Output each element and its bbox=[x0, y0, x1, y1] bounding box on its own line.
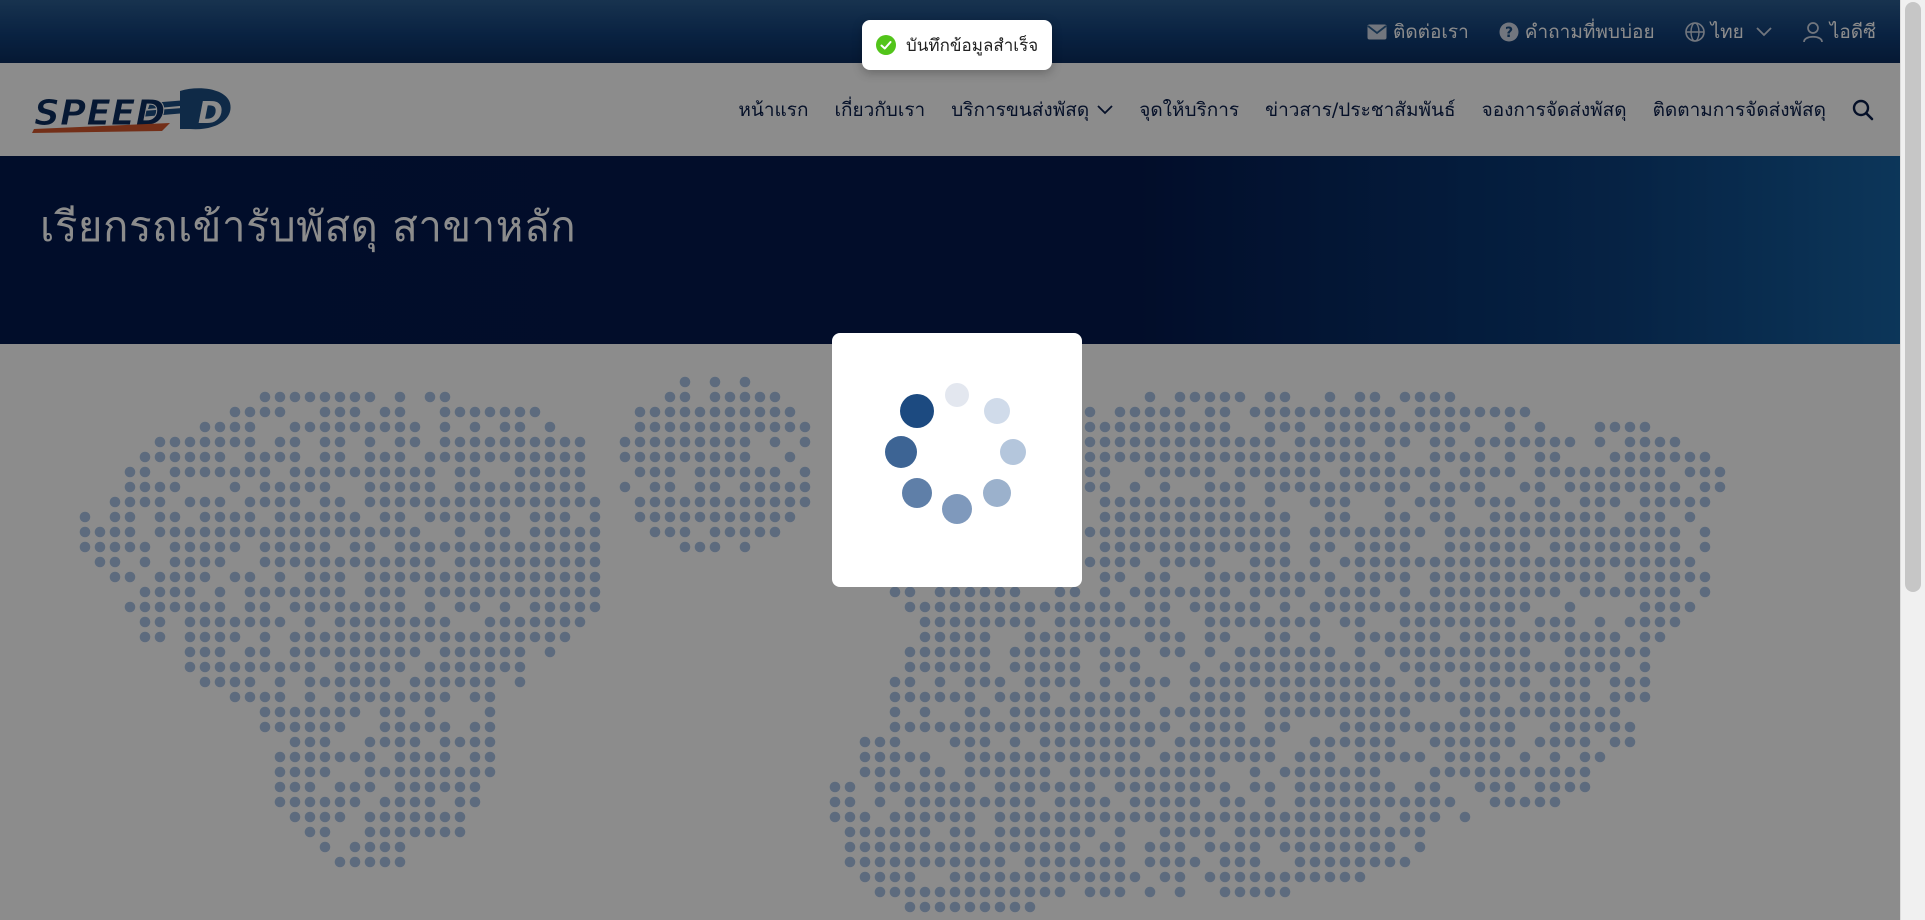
page-scrollbar[interactable] bbox=[1900, 0, 1925, 920]
check-circle-icon bbox=[876, 35, 896, 55]
toast-message: บันทึกข้อมูลสำเร็จ bbox=[906, 35, 1039, 56]
success-toast: บันทึกข้อมูลสำเร็จ bbox=[862, 20, 1052, 70]
loading-dialog bbox=[832, 333, 1082, 587]
scrollbar-thumb[interactable] bbox=[1905, 2, 1921, 592]
dot-spinner-icon bbox=[885, 383, 1026, 524]
